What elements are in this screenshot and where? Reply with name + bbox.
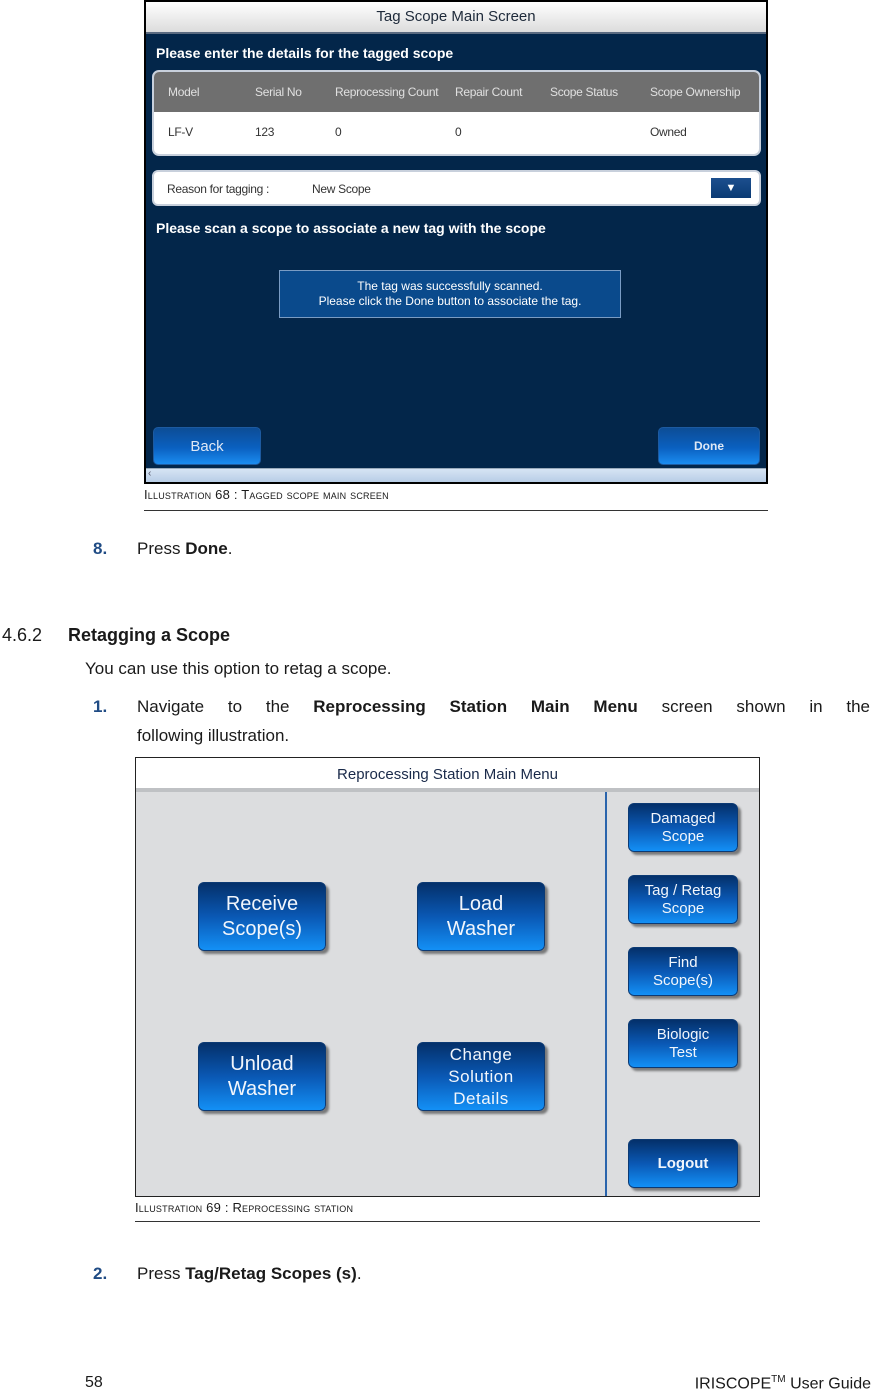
guide-brand: IRISCOPE (694, 1375, 772, 1391)
button-label-line-2: Test (669, 1043, 697, 1061)
column-header-scope-ownership: Scope Ownership (650, 85, 741, 99)
guide-suffix: User Guide (785, 1375, 871, 1391)
section-number: 4.6.2 (2, 625, 43, 645)
illustration-68-caption: Illustration 68 : Tagged scope main scre… (144, 487, 768, 511)
scan-prompt: Please scan a scope to associate a new t… (156, 220, 546, 236)
unload-washer-button[interactable]: Unload Washer (198, 1042, 326, 1111)
cell-repair-count: 0 (455, 125, 462, 139)
button-label-line-1: Change (449, 1044, 513, 1064)
scope-details-table: Model Serial No Reprocessing Count Repai… (152, 70, 761, 156)
change-solution-details-button[interactable]: Change Solution Details (417, 1042, 545, 1111)
column-header-reprocessing-count: Reprocessing Count (335, 85, 439, 99)
step-1-post: screen shown in the (637, 697, 871, 716)
table-header: Model Serial No Reprocessing Count Repai… (154, 72, 759, 112)
column-header-repair-count: Repair Count (455, 85, 523, 99)
button-label-line-1: Load (458, 892, 504, 915)
step-number-2: 2. (93, 1264, 108, 1283)
details-prompt: Please enter the details for the tagged … (156, 45, 454, 61)
column-header-model: Model (168, 85, 200, 99)
button-label-line-2: Scope (661, 827, 705, 845)
tag-retag-scope-button[interactable]: Tag / Retag Scope (628, 875, 738, 924)
button-label-line-1: Receive (225, 892, 299, 915)
step-2-post: . (356, 1264, 362, 1283)
page-number: 58 (85, 1374, 103, 1391)
step-2-pre: Press (137, 1264, 186, 1283)
load-washer-button[interactable]: Load Washer (417, 882, 545, 951)
step-1-pre: Navigate to the (137, 697, 314, 716)
column-header-serial-no: Serial No (255, 85, 302, 99)
step-1-text: Navigate to the Reprocessing Station Mai… (137, 697, 870, 717)
step-number-1: 1. (93, 697, 108, 716)
screen-title: Tag Scope Main Screen (146, 2, 766, 34)
step-1-bold: Reprocessing Station Main Menu (313, 697, 638, 716)
table-row[interactable]: LF-V 123 0 0 Owned (154, 112, 759, 154)
scan-success-message: The tag was successfully scanned. Please… (279, 270, 621, 318)
button-label-line-2: Scope(s) (221, 917, 303, 940)
button-label-line-1: Tag / Retag (644, 881, 722, 899)
biologic-test-button[interactable]: Biologic Test (628, 1019, 738, 1068)
button-label-line-1: Unload (230, 1052, 294, 1075)
reason-label: Reason for tagging : (167, 182, 270, 196)
step-1-text-line-2: following illustration. (137, 726, 290, 745)
back-button[interactable]: Back (153, 427, 261, 465)
button-label-line-1: Find (668, 953, 698, 971)
button-label-line-1: Damaged (650, 809, 716, 827)
reason-value: New Scope (312, 182, 371, 196)
panel-divider (605, 792, 607, 1196)
step-2-text: Press Tag/Retag Scopes (s). (137, 1264, 362, 1284)
reason-for-tagging-select[interactable]: Reason for tagging : New Scope ▼ (152, 170, 761, 206)
receive-scopes-button[interactable]: Receive Scope(s) (198, 882, 326, 951)
message-line-1: The tag was successfully scanned. (357, 279, 543, 293)
step-number-8: 8. (93, 539, 108, 558)
cell-reprocessing-count: 0 (335, 125, 342, 139)
trademark-symbol: TM (771, 1374, 786, 1385)
reprocessing-station-screenshot: Reprocessing Station Main Menu Receive Sc… (135, 757, 760, 1197)
cell-serial-no: 123 (255, 125, 275, 139)
cell-scope-ownership: Owned (650, 125, 687, 139)
find-scopes-button[interactable]: Find Scope(s) (628, 947, 738, 996)
screen-title: Reprocessing Station Main Menu (136, 758, 759, 792)
step-8-bold: Done (185, 539, 228, 558)
done-button[interactable]: Done (658, 427, 760, 465)
step-8-text: Press Done. (137, 539, 232, 559)
button-label-line-2: Scope (661, 899, 705, 917)
section-title: Retagging a Scope (68, 625, 231, 645)
scroll-left-icon[interactable]: ‹ (148, 468, 151, 479)
button-label-line-2: Washer (227, 1077, 297, 1100)
step-2-bold: Tag/Retag Scopes (s) (185, 1264, 357, 1283)
horizontal-scrollbar[interactable]: ‹ (146, 468, 766, 482)
message-line-2: Please click the Done button to associat… (318, 294, 582, 308)
illustration-69-caption: Illustration 69 : Reprocessing station (135, 1200, 760, 1222)
section-intro: You can use this option to retag a scope… (85, 659, 392, 678)
button-label-line-2: Scope(s) (652, 971, 714, 989)
button-label-line-2: Washer (446, 917, 516, 940)
button-label-line-2: Solution Details (448, 1066, 514, 1108)
cell-model: LF-V (168, 125, 193, 139)
tag-scope-screenshot: Tag Scope Main Screen Please enter the d… (144, 0, 768, 484)
damaged-scope-button[interactable]: Damaged Scope (628, 803, 738, 852)
tag-scope-screen: Tag Scope Main Screen Please enter the d… (146, 2, 766, 482)
dropdown-arrow-icon[interactable]: ▼ (711, 178, 751, 198)
logout-button[interactable]: Logout (628, 1139, 738, 1188)
column-header-scope-status: Scope Status (550, 85, 618, 99)
step-8-post: . (227, 539, 233, 558)
guide-title: IRISCOPETM User Guide (695, 1374, 871, 1391)
button-label-line-1: Biologic (656, 1025, 710, 1043)
step-8-pre: Press (137, 539, 186, 558)
